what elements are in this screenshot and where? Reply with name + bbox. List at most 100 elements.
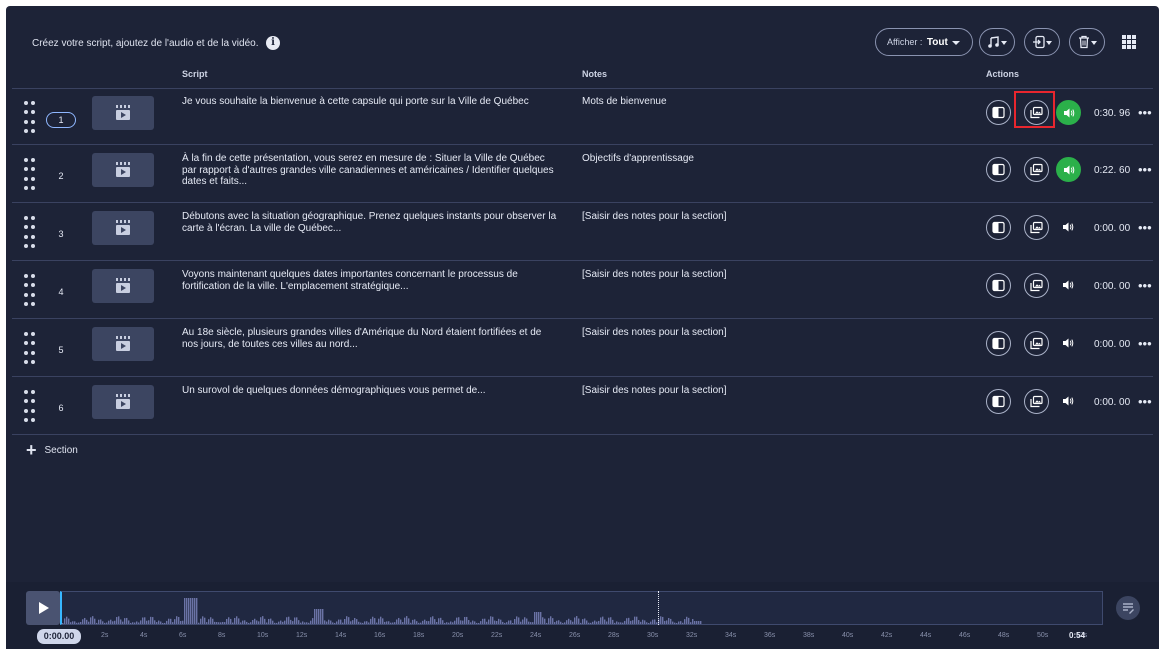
slide-button[interactable]: [986, 100, 1011, 125]
waveform-bar: [340, 619, 342, 624]
media-button[interactable]: [1024, 331, 1049, 356]
notes-text[interactable]: Mots de bienvenue: [582, 96, 667, 107]
waveform-bar: [130, 622, 132, 624]
waveform-bar: [128, 620, 130, 624]
waveform-bar: [226, 618, 228, 624]
section-row[interactable]: 3 Débutons avec la situation géographique…: [12, 204, 1153, 261]
waveform-bar: [188, 598, 190, 624]
script-text[interactable]: Voyons maintenant quelques dates importa…: [182, 269, 557, 292]
delete-menu-button[interactable]: [1069, 28, 1105, 56]
section-row[interactable]: 4 Voyons maintenant quelques dates import…: [12, 262, 1153, 319]
filter-dropdown[interactable]: Afficher : Tout: [875, 28, 973, 56]
notes-text[interactable]: [Saisir des notes pour la section]: [582, 327, 727, 338]
drag-handle-icon[interactable]: [24, 332, 36, 366]
slide-button[interactable]: [986, 273, 1011, 298]
waveform-bar: [110, 619, 112, 624]
import-menu-button[interactable]: [1024, 28, 1060, 56]
waveform-bar: [358, 621, 360, 624]
more-options-icon[interactable]: •••: [1138, 394, 1152, 409]
waveform-bar: [232, 622, 234, 624]
script-text[interactable]: À la fin de cette présentation, vous ser…: [182, 153, 557, 188]
script-view-button[interactable]: [1116, 596, 1140, 620]
waveform-bar: [598, 620, 600, 624]
waveform-bar: [170, 618, 172, 624]
section-row[interactable]: 1 Je vous souhaite la bienvenue à cette c…: [12, 88, 1153, 145]
more-options-icon[interactable]: •••: [1138, 105, 1152, 120]
waveform[interactable]: [60, 591, 1103, 625]
notes-text[interactable]: [Saisir des notes pour la section]: [582, 269, 727, 280]
waveform-bar: [180, 620, 182, 624]
drag-handle-icon[interactable]: [24, 216, 36, 250]
notes-text[interactable]: [Saisir des notes pour la section]: [582, 385, 727, 396]
more-options-icon[interactable]: •••: [1138, 336, 1152, 351]
media-button[interactable]: [1024, 273, 1049, 298]
media-button[interactable]: [1024, 157, 1049, 182]
notes-text[interactable]: [Saisir des notes pour la section]: [582, 211, 727, 222]
waveform-bar: [68, 618, 70, 624]
waveform-bar: [248, 622, 250, 624]
slide-button[interactable]: [986, 389, 1011, 414]
waveform-bar: [564, 622, 566, 624]
waveform-bar: [72, 621, 74, 624]
audio-button[interactable]: [1056, 273, 1081, 298]
waveform-bar: [378, 618, 380, 624]
waveform-bar: [596, 621, 598, 624]
waveform-bar: [636, 616, 638, 624]
section-row[interactable]: 2 À la fin de cette présentation, vous se…: [12, 146, 1153, 203]
more-options-icon[interactable]: •••: [1138, 220, 1152, 235]
media-thumbnail[interactable]: [92, 327, 154, 361]
waveform-bar: [210, 617, 212, 624]
play-button[interactable]: [26, 591, 60, 625]
info-icon[interactable]: i: [266, 36, 280, 50]
more-options-icon[interactable]: •••: [1138, 278, 1152, 293]
media-thumbnail[interactable]: [92, 96, 154, 130]
music-menu-button[interactable]: [979, 28, 1015, 56]
waveform-bar: [310, 620, 312, 624]
slide-button[interactable]: [986, 331, 1011, 356]
script-text[interactable]: Je vous souhaite la bienvenue à cette ca…: [182, 96, 557, 108]
audio-button[interactable]: [1056, 331, 1081, 356]
waveform-bar: [652, 619, 654, 624]
waveform-bar: [338, 619, 340, 624]
waveform-bar: [394, 622, 396, 624]
waveform-bar: [328, 619, 330, 624]
notes-text[interactable]: Objectifs d'apprentissage: [582, 153, 694, 164]
media-thumbnail[interactable]: [92, 211, 154, 245]
waveform-bar: [98, 619, 100, 624]
waveform-bar: [140, 620, 142, 624]
drag-handle-icon[interactable]: [24, 274, 36, 308]
waveform-bar: [304, 622, 306, 624]
waveform-bar: [610, 617, 612, 624]
more-options-icon[interactable]: •••: [1138, 162, 1152, 177]
section-row[interactable]: 5 Au 18e siècle, plusieurs grandes villes…: [12, 320, 1153, 377]
media-thumbnail[interactable]: [92, 385, 154, 419]
audio-button[interactable]: [1056, 215, 1081, 240]
script-text[interactable]: Un surovol de quelques données démograph…: [182, 385, 557, 397]
drag-handle-icon[interactable]: [24, 390, 36, 424]
drag-handle-icon[interactable]: [24, 158, 36, 192]
slide-button[interactable]: [986, 157, 1011, 182]
waveform-bar: [296, 617, 298, 624]
drag-handle-icon[interactable]: [24, 101, 36, 135]
media-thumbnail[interactable]: [92, 269, 154, 303]
audio-button[interactable]: [1056, 100, 1081, 125]
section-row[interactable]: 6 Un surovol de quelques données démograp…: [12, 378, 1153, 435]
media-button[interactable]: [1024, 215, 1049, 240]
waveform-bar: [640, 621, 642, 624]
audio-button[interactable]: [1056, 157, 1081, 182]
waveform-bar: [300, 622, 302, 624]
waveform-bar: [290, 619, 292, 624]
waveform-bar: [538, 612, 540, 624]
slide-button[interactable]: [986, 215, 1011, 240]
waveform-bar: [696, 621, 698, 624]
waveform-bar: [420, 622, 422, 624]
script-text[interactable]: Débutons avec la situation géographique.…: [182, 211, 557, 234]
script-text[interactable]: Au 18e siècle, plusieurs grandes villes …: [182, 327, 557, 350]
audio-button[interactable]: [1056, 389, 1081, 414]
media-button[interactable]: [1024, 389, 1049, 414]
waveform-bar: [408, 618, 410, 624]
apps-grid-icon[interactable]: [1122, 35, 1136, 49]
media-thumbnail[interactable]: [92, 153, 154, 187]
add-section-button[interactable]: + Section: [26, 440, 78, 461]
waveform-bar: [214, 621, 216, 624]
